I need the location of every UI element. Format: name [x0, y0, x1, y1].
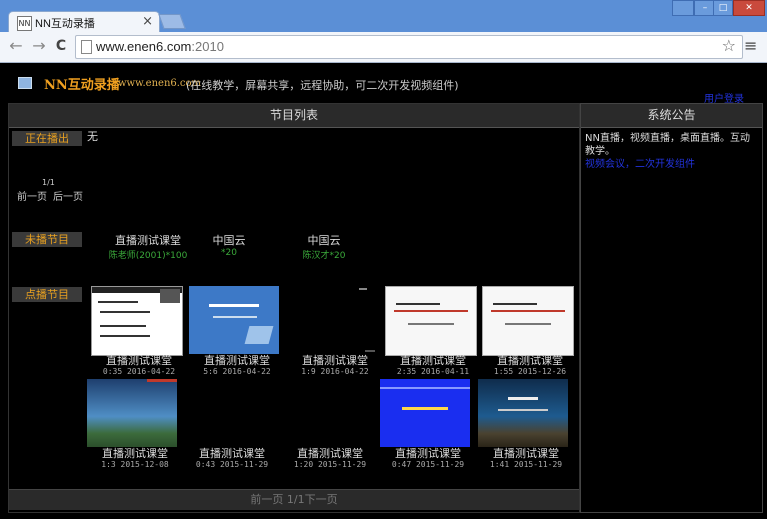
restore-button[interactable]: □: [713, 0, 733, 16]
site-title: NN互动录播: [44, 78, 120, 93]
vod-thumbnail[interactable]: [87, 379, 177, 447]
program-list-heading: 节目列表: [9, 104, 579, 128]
live-pager-number: 1/1: [42, 178, 55, 187]
live-section-label: 正在播出: [12, 131, 82, 146]
live-value: 无: [87, 130, 98, 143]
vod-meta: 1:3 2015-12-08: [101, 460, 169, 469]
site-logo-icon: [18, 77, 32, 89]
browser-toolbar: ← → C www.enen6.com:2010 ☆: [0, 32, 767, 63]
vod-title: 直播测试课堂: [199, 447, 265, 460]
notice-body: NN直播，视频直播，桌面直播。互动教学。: [585, 133, 750, 157]
back-icon[interactable]: ←: [6, 36, 26, 56]
upcoming-title: 中国云: [212, 234, 246, 247]
vod-thumbnail[interactable]: [380, 379, 470, 447]
vod-meta: 2:35 2016-04-11: [396, 367, 470, 376]
notice-heading: 系统公告: [581, 104, 762, 128]
vod-title: 直播测试课堂: [497, 354, 563, 367]
upcoming-section-label: 未播节目: [12, 232, 82, 247]
browser-menu-icon[interactable]: ≡: [744, 36, 758, 55]
page-content: NN互动录播 www.enen6.com (在线教学，屏幕共享，远程协助，可二次…: [0, 63, 767, 519]
vod-title: 直播测试课堂: [395, 447, 461, 460]
bookmark-star-icon[interactable]: ☆: [722, 36, 736, 55]
vod-meta: 5:6 2016-04-22: [203, 367, 271, 376]
vod-title: 直播测试课堂: [106, 354, 172, 367]
vod-meta: 0:43 2015-11-29: [195, 460, 269, 469]
tab-close-icon[interactable]: ×: [142, 14, 153, 29]
notice-text: NN直播，视频直播，桌面直播。互动教学。 视频会议，二次开发组件: [585, 132, 757, 171]
vod-section-label: 点播节目: [12, 287, 82, 302]
vod-meta: 1:9 2016-04-22: [301, 367, 369, 376]
browser-chrome: NN NN互动录播 × – □ ✕ ← → C www.enen6.com:20…: [0, 0, 767, 63]
vod-thumbnail[interactable]: [184, 379, 274, 447]
upcoming-subtitle: *20: [221, 248, 237, 258]
vod-title: 直播测试课堂: [302, 354, 368, 367]
vod-title: 直播测试课堂: [400, 354, 466, 367]
vod-thumbnail[interactable]: [478, 379, 568, 447]
new-tab-button[interactable]: [158, 14, 186, 29]
vod-meta: 1:20 2015-11-29: [293, 460, 367, 469]
notice-panel: 系统公告 NN直播，视频直播，桌面直播。互动教学。 视频会议，二次开发组件: [580, 103, 763, 513]
vod-title: 直播测试课堂: [102, 447, 168, 460]
vod-meta: 0:47 2015-11-29: [391, 460, 465, 469]
live-next-link[interactable]: 后一页: [53, 188, 83, 203]
forward-icon[interactable]: →: [29, 36, 49, 56]
site-description: (在线教学，屏幕共享，远程协助，可二次开发视频组件): [186, 79, 459, 92]
favicon-icon: NN: [17, 16, 32, 31]
url-text[interactable]: www.enen6.com:2010: [96, 39, 224, 54]
upcoming-subtitle: 陈汉才*20: [302, 251, 346, 261]
footer-pager[interactable]: 前一页 1/1下一页: [9, 489, 579, 510]
vod-meta: 0:35 2016-04-22: [102, 367, 176, 376]
vod-title: 直播测试课堂: [297, 447, 363, 460]
vod-meta: 1:41 2015-11-29: [489, 460, 563, 469]
notice-link[interactable]: 视频会议，二次开发组件: [585, 158, 757, 171]
vod-thumbnail[interactable]: [282, 379, 372, 447]
upcoming-item[interactable]: 中国云 *20: [174, 232, 284, 258]
vod-thumbnail[interactable]: [91, 286, 183, 356]
vod-title: 直播测试课堂: [493, 447, 559, 460]
upcoming-item[interactable]: 中国云 陈汉才*20: [269, 232, 379, 261]
vod-thumbnail[interactable]: [189, 286, 279, 354]
page-icon: [81, 40, 92, 54]
close-window-button[interactable]: ✕: [733, 0, 765, 16]
vod-thumbnail[interactable]: [482, 286, 574, 356]
user-icon[interactable]: [672, 0, 694, 16]
upcoming-title: 中国云: [307, 234, 341, 247]
vod-thumbnail[interactable]: [287, 286, 377, 354]
address-bar[interactable]: www.enen6.com:2010 ☆: [75, 35, 743, 59]
vod-title: 直播测试课堂: [204, 354, 270, 367]
reload-icon[interactable]: C: [51, 36, 71, 56]
tab-title: NN互动录播: [35, 18, 95, 30]
program-list-panel: 节目列表 正在播出 无 1/1 前一页 后一页 未播节目 直播测试课堂 陈老师(…: [8, 103, 580, 513]
vod-thumbnail[interactable]: [385, 286, 477, 356]
vod-meta: 1:55 2015-12-26: [493, 367, 567, 376]
live-prev-link[interactable]: 前一页: [17, 188, 47, 203]
browser-tab[interactable]: NN NN互动录播 ×: [8, 11, 160, 34]
